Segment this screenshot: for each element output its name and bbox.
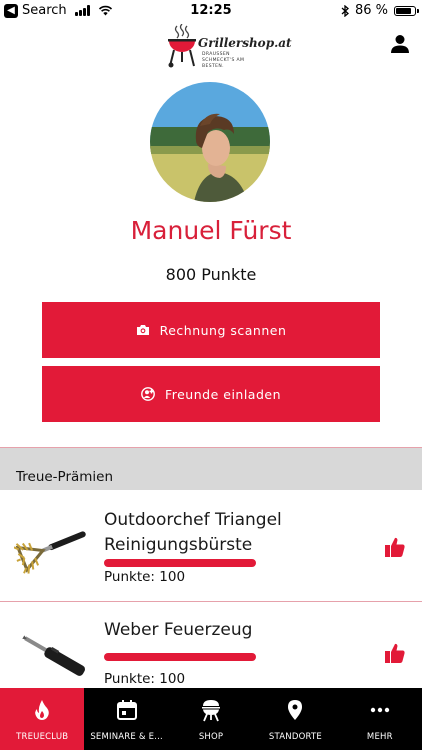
bluetooth-icon bbox=[341, 4, 349, 17]
battery-icon bbox=[394, 5, 419, 16]
nav-item-shop[interactable]: SHOP bbox=[169, 688, 253, 750]
scan-receipt-label: Rechnung scannen bbox=[159, 322, 287, 338]
lighter-image bbox=[22, 635, 85, 676]
reward-title: Weber Feuerzeug bbox=[104, 620, 253, 640]
reward-progress-bar bbox=[104, 653, 256, 661]
flame-icon bbox=[35, 700, 50, 720]
add-friend-icon bbox=[141, 387, 155, 401]
nav-item-seminare[interactable]: SEMINARE & E... bbox=[84, 688, 168, 750]
grill-icon bbox=[202, 700, 221, 722]
nav-label: SHOP bbox=[198, 732, 224, 742]
nav-item-mehr[interactable]: MEHR bbox=[338, 688, 422, 750]
nav-label: MEHR bbox=[366, 732, 393, 742]
reward-points: Punkte: 100 bbox=[104, 671, 186, 687]
cleaning-brush-image bbox=[14, 531, 86, 574]
status-bar: ◀ Search 12:25 86 % bbox=[0, 0, 422, 22]
scan-receipt-button[interactable]: Rechnung scannen bbox=[42, 302, 380, 358]
rewards-section-header: Treue-Prämien bbox=[0, 448, 422, 490]
more-icon bbox=[370, 707, 390, 713]
camera-icon bbox=[136, 325, 149, 335]
thumbs-up-icon[interactable] bbox=[384, 536, 406, 558]
logo-wordmark: Grillershop.at bbox=[198, 36, 292, 50]
profile-avatar[interactable] bbox=[150, 82, 270, 202]
nav-label: SEMINARE & E... bbox=[90, 732, 163, 742]
reward-title: Outdoorchef Triangel Reinigungsbürste bbox=[104, 510, 282, 555]
invite-friends-button[interactable]: Freunde einladen bbox=[42, 366, 380, 422]
app-header: Grillershop.at DRAUSSEN SCHMECKT'S AM BE… bbox=[0, 22, 422, 72]
rewards-section-title: Treue-Prämien bbox=[16, 469, 114, 485]
logo-tagline: DRAUSSEN SCHMECKT'S AM BESTEN. bbox=[202, 52, 245, 69]
thumbs-up-icon[interactable] bbox=[384, 642, 406, 664]
battery-percent: 86 % bbox=[354, 3, 388, 18]
nav-item-standorte[interactable]: STANDORTE bbox=[253, 688, 337, 750]
nav-label: STANDORTE bbox=[268, 732, 322, 742]
reward-item[interactable]: Outdoorchef Triangel Reinigungsbürste Pu… bbox=[0, 492, 422, 602]
reward-progress-bar bbox=[104, 559, 256, 567]
avatar-photo bbox=[150, 82, 270, 202]
bottom-nav: TREUECLUB SEMINARE & E... SHOP STANDORTE bbox=[0, 688, 422, 750]
grill-logo-icon bbox=[168, 24, 196, 68]
reward-points: Punkte: 100 bbox=[104, 569, 186, 585]
calendar-icon bbox=[116, 700, 137, 720]
location-pin-icon bbox=[288, 700, 303, 720]
nav-item-treueclub[interactable]: TREUECLUB bbox=[0, 688, 85, 750]
grillershop-logo[interactable]: Grillershop.at DRAUSSEN SCHMECKT'S AM BE… bbox=[166, 22, 292, 70]
status-right: 86 % bbox=[341, 3, 419, 18]
user-profile-icon[interactable] bbox=[390, 34, 410, 54]
invite-friends-label: Freunde einladen bbox=[164, 386, 282, 402]
points-total: 800 Punkte bbox=[165, 265, 257, 284]
nav-label: TREUECLUB bbox=[16, 732, 69, 742]
profile-name: Manuel Fürst bbox=[130, 216, 292, 245]
